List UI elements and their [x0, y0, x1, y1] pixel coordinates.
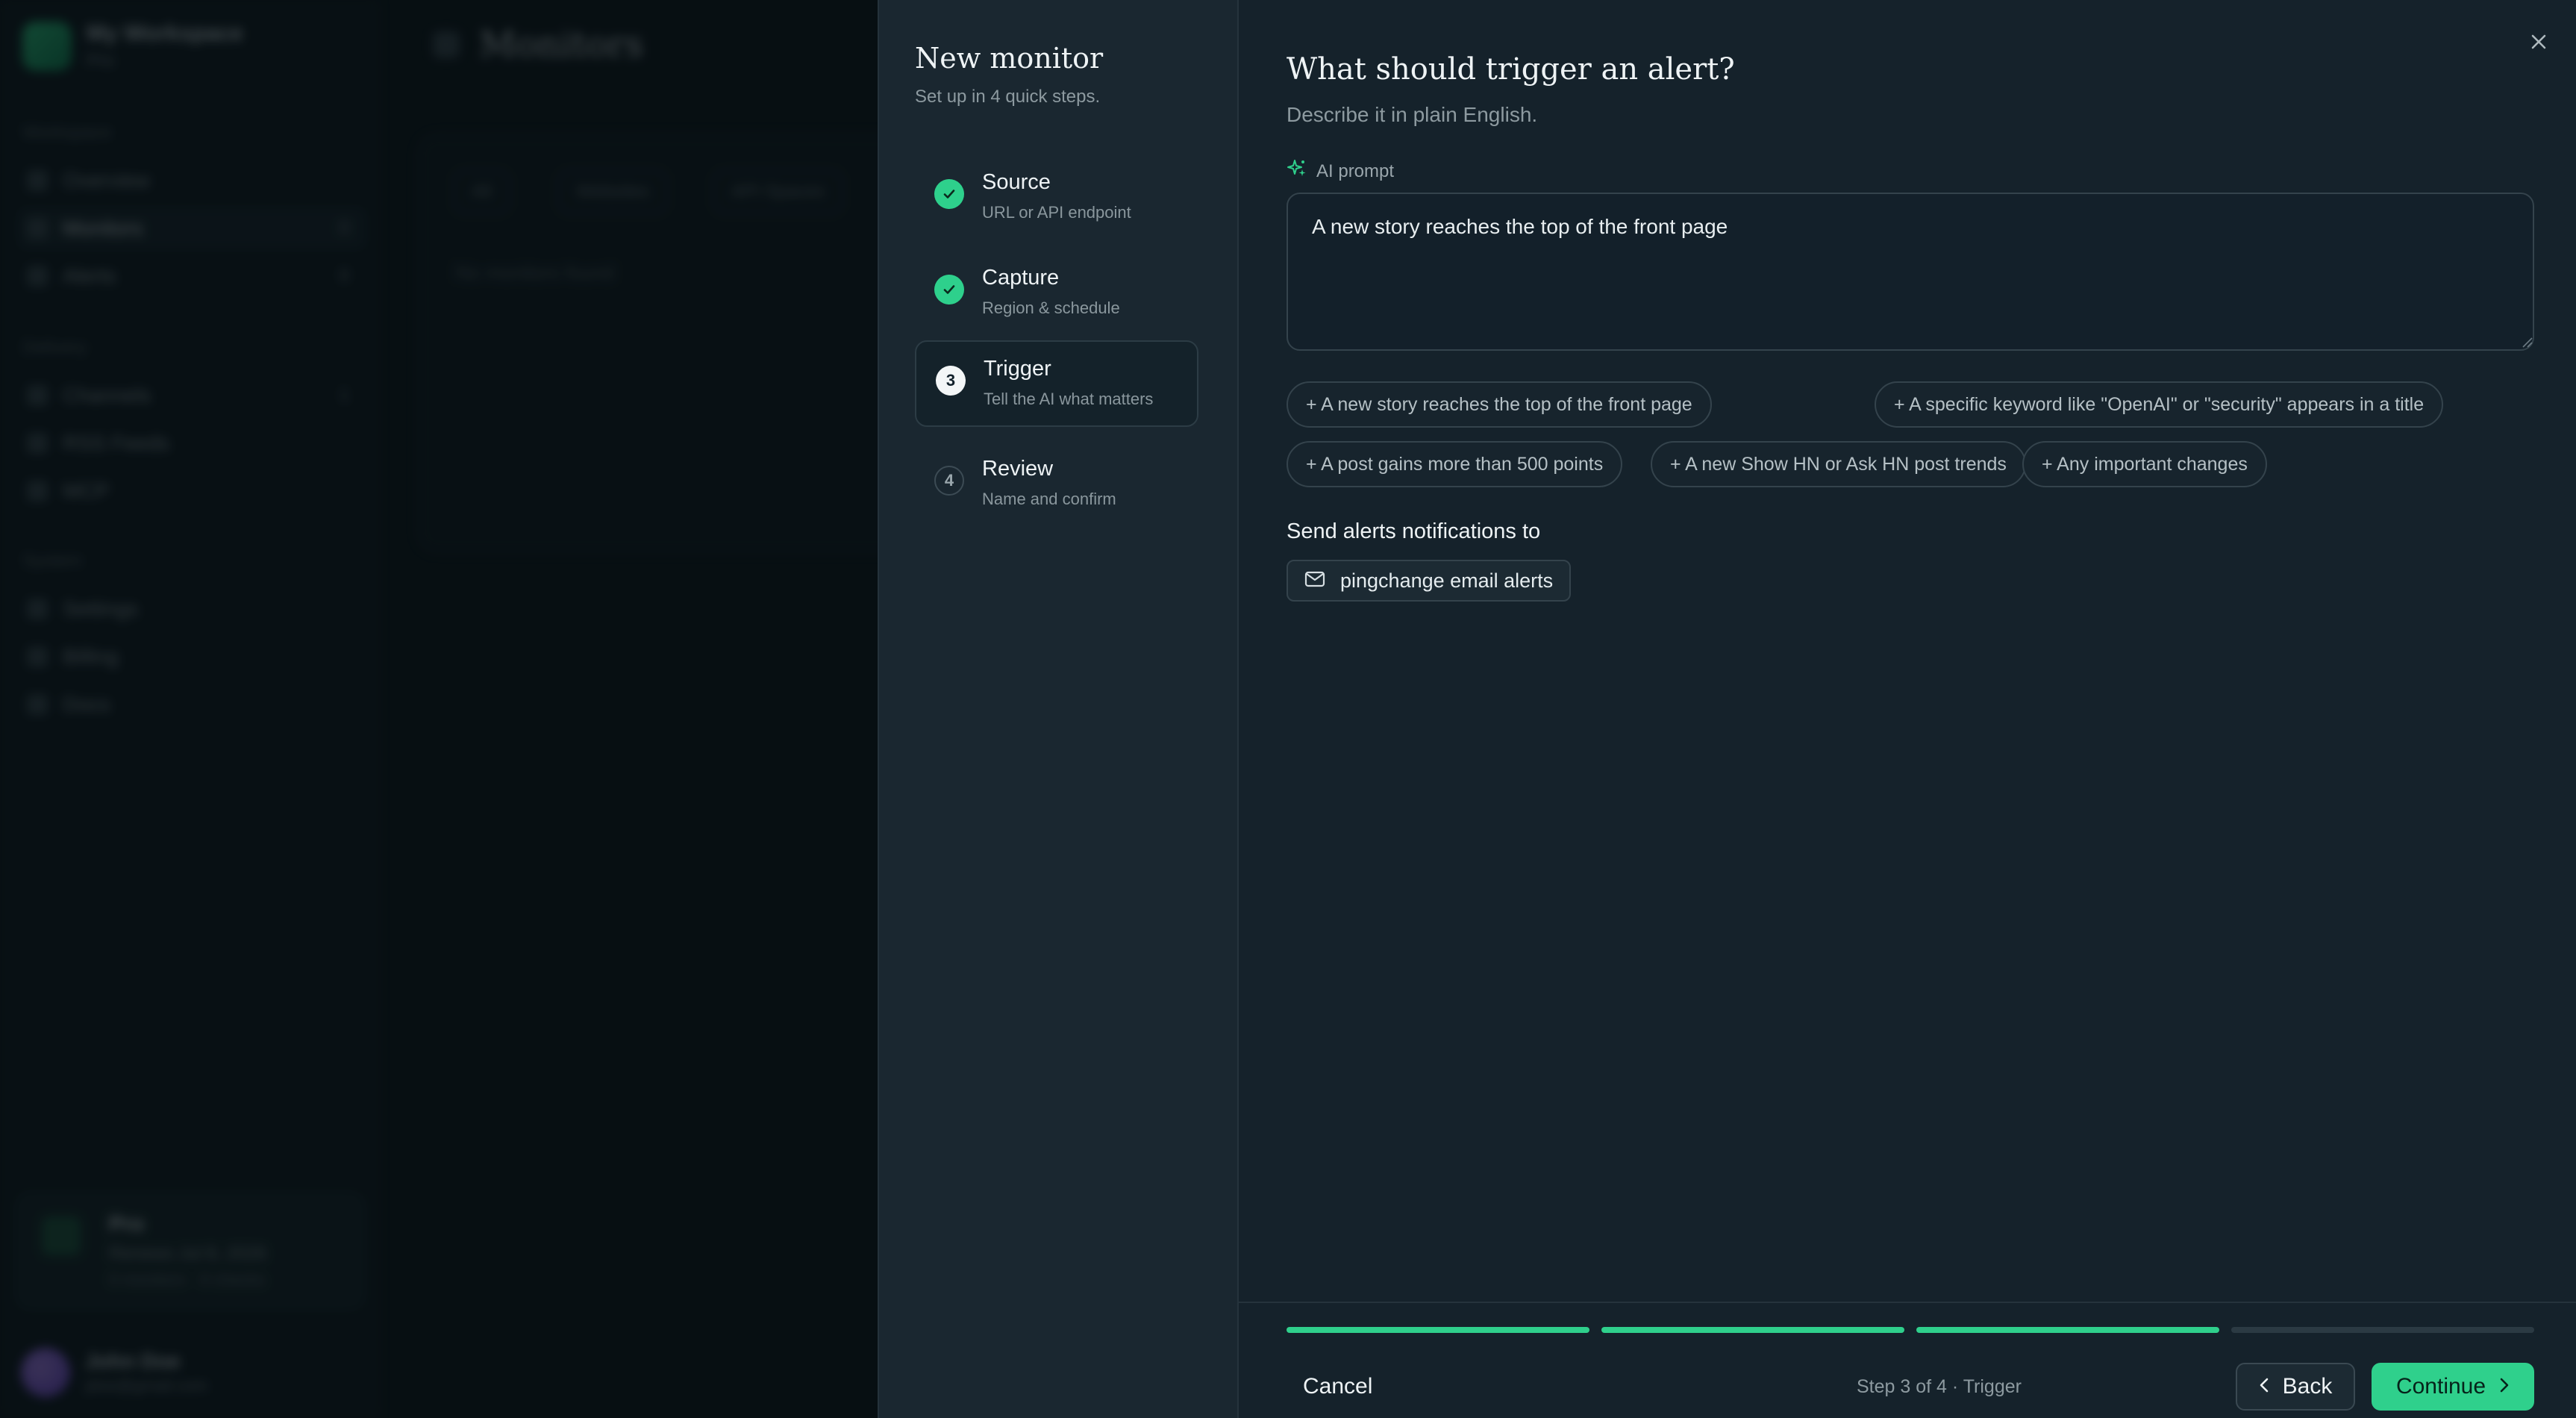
notifications-heading: Send alerts notifications to: [1287, 519, 1541, 543]
step-number-badge: 3: [936, 366, 966, 396]
continue-label: Continue: [2395, 1374, 2486, 1399]
step-indicator: Step 3 of 4 · Trigger: [1857, 1375, 2022, 1397]
step-label: Source: [982, 170, 1051, 194]
suggestion-chip[interactable]: + Any important changes: [2022, 441, 2267, 487]
suggestion-chip[interactable]: + A new Show HN or Ask HN post trends: [1651, 441, 2026, 487]
step-content: What should trigger an alert? Describe i…: [1239, 0, 2576, 1418]
chevron-left-icon: [2259, 1374, 2269, 1399]
progress-segment-3: [1916, 1327, 2219, 1333]
suggestion-chip[interactable]: + A new story reaches the top of the fro…: [1287, 381, 1712, 428]
suggestion-chip[interactable]: + A specific keyword like "OpenAI" or "s…: [1875, 381, 2444, 428]
step-question: What should trigger an alert?: [1287, 52, 1735, 87]
destination-label: pingchange email alerts: [1340, 569, 1554, 592]
modal-subtitle: Set up in 4 quick steps.: [915, 87, 1101, 107]
ai-prompt-input[interactable]: A new story reaches the top of the front…: [1287, 193, 2534, 351]
step-description: Tell the AI what matters: [984, 390, 1154, 408]
close-button[interactable]: [2521, 25, 2557, 61]
close-icon: [2529, 32, 2548, 55]
step-description: Region & schedule: [982, 299, 1120, 317]
step-source[interactable]: Source URL or API endpoint: [915, 155, 1198, 242]
check-icon: [934, 275, 964, 304]
modal-footer: Cancel Step 3 of 4 · Trigger Back Contin…: [1239, 1302, 2576, 1418]
step-question-hint: Describe it in plain English.: [1287, 103, 1538, 126]
back-button[interactable]: Back: [2236, 1363, 2355, 1411]
ai-prompt-label: AI prompt: [1287, 158, 1394, 184]
mail-icon: [1304, 569, 1325, 593]
sparkles-icon: [1287, 158, 1307, 184]
new-monitor-modal: New monitor Set up in 4 quick steps. Sou…: [878, 0, 2576, 1418]
step-description: Name and confirm: [982, 490, 1116, 508]
step-label: Capture: [982, 266, 1060, 290]
progress-segment-1: [1287, 1327, 1589, 1333]
step-number-badge: 4: [934, 466, 964, 496]
steps-pane: New monitor Set up in 4 quick steps. Sou…: [879, 0, 1239, 1418]
back-label: Back: [2282, 1374, 2333, 1399]
step-description: URL or API endpoint: [982, 203, 1131, 222]
ai-prompt-label-text: AI prompt: [1316, 160, 1395, 181]
progress-segment-2: [1601, 1327, 1904, 1333]
cancel-button[interactable]: Cancel: [1287, 1364, 1389, 1409]
progress-segment-4: [2231, 1327, 2534, 1333]
step-review[interactable]: 4 Review Name and confirm: [915, 442, 1198, 528]
destination-chip[interactable]: pingchange email alerts: [1287, 560, 1572, 602]
step-label: Trigger: [984, 357, 1051, 381]
continue-button[interactable]: Continue: [2372, 1363, 2534, 1411]
step-trigger[interactable]: 3 Trigger Tell the AI what matters: [915, 340, 1198, 427]
chevron-right-icon: [2499, 1374, 2510, 1399]
resize-handle-icon[interactable]: [2521, 336, 2533, 348]
suggestion-chip[interactable]: + A post gains more than 500 points: [1287, 441, 1623, 487]
step-capture[interactable]: Capture Region & schedule: [915, 251, 1198, 337]
modal-title: New monitor: [915, 42, 1104, 75]
step-label: Review: [982, 457, 1054, 481]
check-icon: [934, 179, 964, 209]
